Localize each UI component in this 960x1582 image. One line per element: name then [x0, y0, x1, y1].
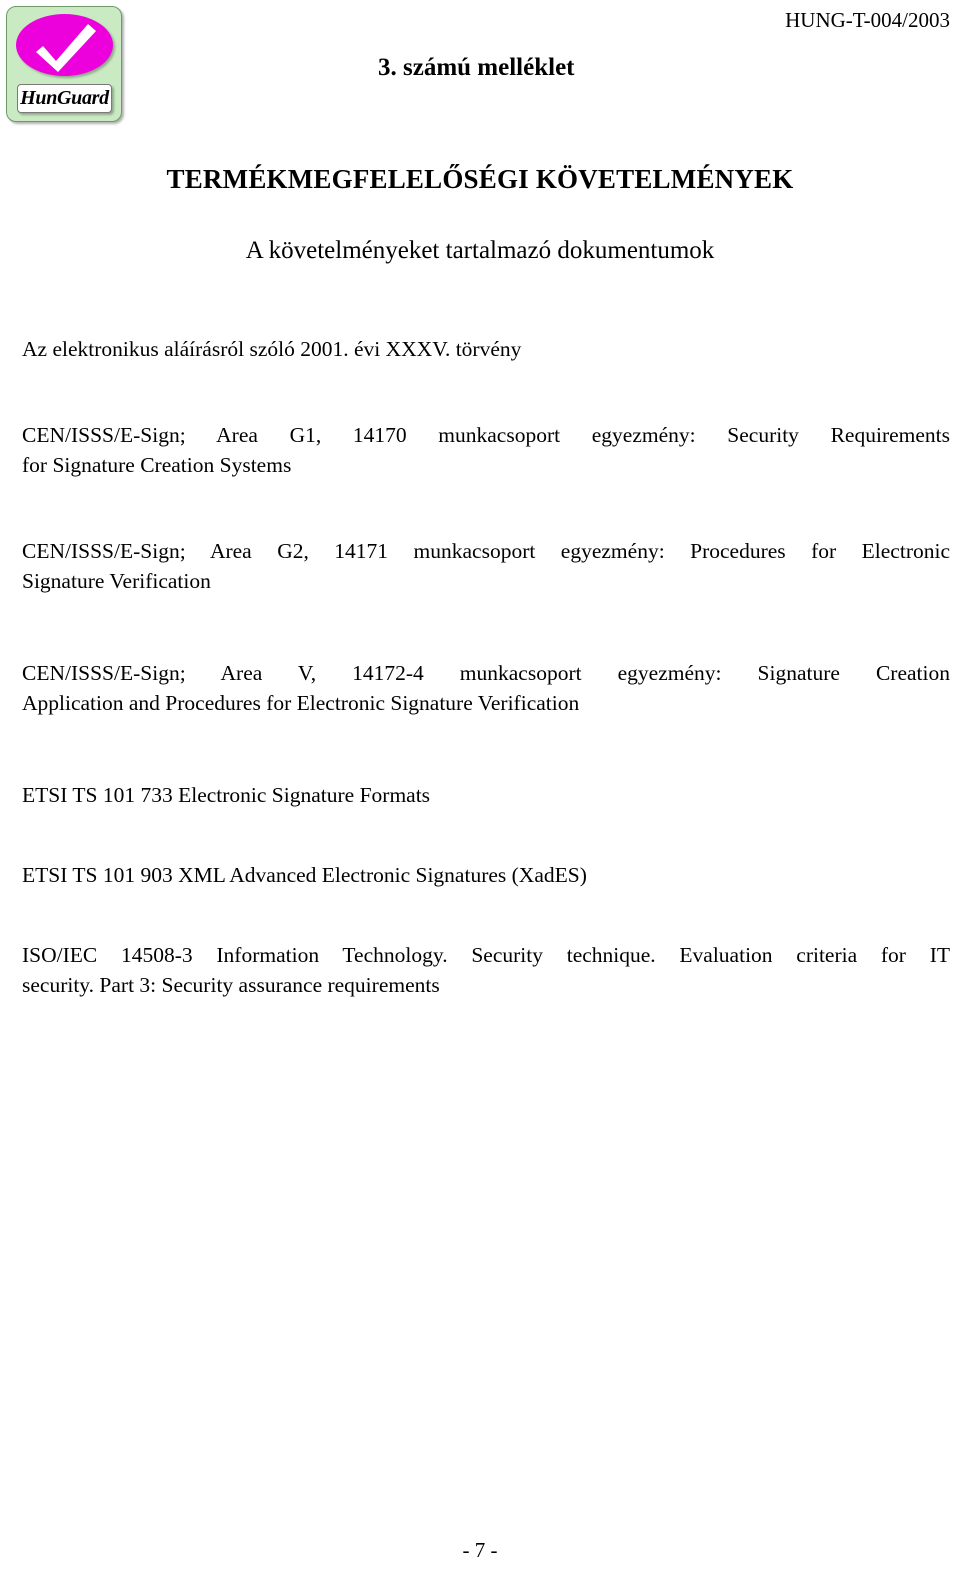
page-title: TERMÉKMEGFELELŐSÉGI KÖVETELMÉNYEK	[166, 164, 794, 194]
document-entry: CEN/ISSS/E-Sign; Area G1, 14170 munkacso…	[22, 420, 950, 480]
document-entry-line: Application and Procedures for Electroni…	[22, 691, 580, 715]
document-entry-line: CEN/ISSS/E-Sign; Area V, 14172-4 munkacs…	[22, 661, 950, 685]
document-entry-line: ETSI TS 101 903 XML Advanced Electronic …	[22, 863, 587, 887]
requirements-document-list: Az elektronikus aláírásról szóló 2001. é…	[22, 334, 950, 1000]
document-page: HunGuard HUNG-T-004/2003 3. számú mellék…	[0, 0, 960, 1582]
document-code: HUNG-T-004/2003	[785, 8, 950, 32]
document-entry-line: security. Part 3: Security assurance req…	[22, 973, 440, 997]
document-entry-line: Az elektronikus aláírásról szóló 2001. é…	[22, 337, 522, 361]
document-entry: CEN/ISSS/E-Sign; Area V, 14172-4 munkacs…	[22, 658, 950, 718]
document-entry-line: for Signature Creation Systems	[22, 453, 292, 477]
checkmark-icon	[36, 24, 96, 72]
document-entry: ETSI TS 101 733 Electronic Signature For…	[22, 780, 950, 810]
document-entry-line: CEN/ISSS/E-Sign; Area G1, 14170 munkacso…	[22, 423, 950, 447]
document-entry: Az elektronikus aláírásról szóló 2001. é…	[22, 334, 950, 364]
page-number: - 7 -	[462, 1538, 498, 1562]
document-entry-line: Signature Verification	[22, 569, 211, 593]
document-entry: CEN/ISSS/E-Sign; Area G2, 14171 munkacso…	[22, 536, 950, 596]
document-entry: ETSI TS 101 903 XML Advanced Electronic …	[22, 860, 950, 890]
document-entry-line: CEN/ISSS/E-Sign; Area G2, 14171 munkacso…	[22, 539, 950, 563]
document-entry-line: ISO/IEC 14508-3 Information Technology. …	[22, 943, 950, 967]
page-header: HunGuard HUNG-T-004/2003 3. számú mellék…	[0, 0, 960, 130]
document-entry: ISO/IEC 14508-3 Information Technology. …	[22, 940, 950, 1000]
page-subtitle: A követelményeket tartalmazó dokumentumo…	[245, 237, 715, 264]
document-entry-line: ETSI TS 101 733 Electronic Signature For…	[22, 783, 431, 807]
logo-wordmark: HunGuard	[17, 84, 112, 113]
hunguard-logo: HunGuard	[6, 6, 122, 122]
annex-title: 3. számú melléklet	[378, 54, 575, 81]
